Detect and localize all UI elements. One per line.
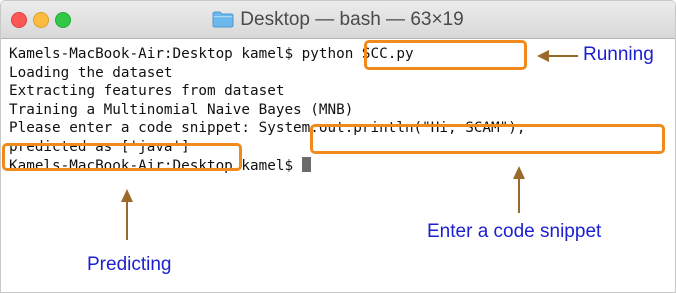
annotation-arrows (121, 50, 578, 240)
enter-snippet-label: Enter a code snippet (427, 221, 602, 242)
predicting-arrow (121, 189, 133, 240)
predicting-label: Predicting (87, 254, 172, 275)
running-label: Running (583, 44, 654, 65)
snippet-arrow (513, 166, 525, 213)
running-arrow (537, 50, 578, 62)
